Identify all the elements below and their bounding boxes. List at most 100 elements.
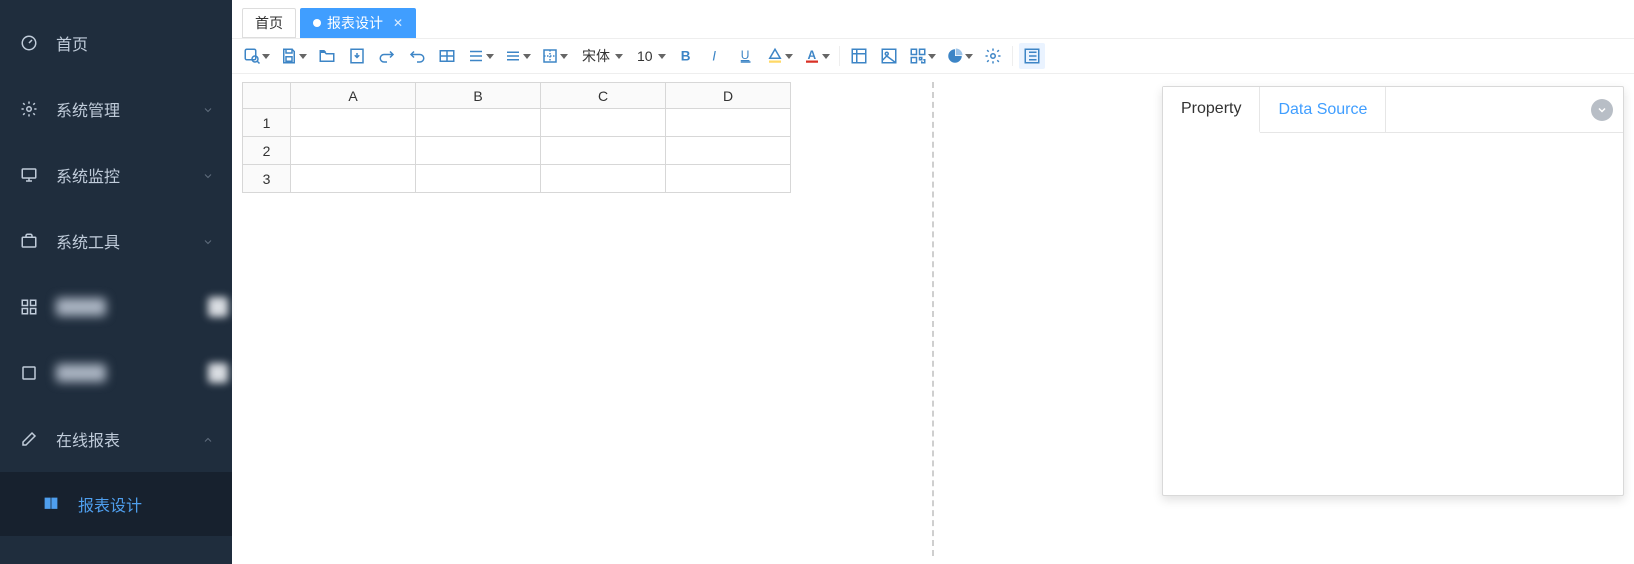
align-vertical-button[interactable] xyxy=(501,43,534,69)
sidebar-item-system-manage[interactable]: 系统管理 xyxy=(0,76,232,142)
cell[interactable] xyxy=(541,109,666,137)
row-header[interactable]: 1 xyxy=(243,109,291,137)
page-tabs: 首页 报表设计 ✕ xyxy=(232,0,1634,38)
chevron-down-icon xyxy=(202,169,214,181)
panel-body xyxy=(1163,133,1623,495)
spreadsheet: A B C D 1 2 xyxy=(242,82,791,193)
image-button[interactable] xyxy=(876,43,902,69)
cell[interactable] xyxy=(291,109,416,137)
svg-text:U: U xyxy=(740,48,749,62)
chart-button[interactable] xyxy=(943,43,976,69)
sidebar-item-obscured-2[interactable] xyxy=(0,340,232,406)
column-header[interactable]: A xyxy=(291,83,416,109)
close-icon[interactable]: ✕ xyxy=(393,9,403,37)
panel-tab-property[interactable]: Property xyxy=(1163,87,1260,133)
undo-button[interactable] xyxy=(404,43,430,69)
save-button[interactable] xyxy=(277,43,310,69)
column-header[interactable]: B xyxy=(416,83,541,109)
panel-tab-datasource[interactable]: Data Source xyxy=(1260,87,1386,132)
italic-button[interactable]: I xyxy=(703,43,729,69)
font-size-label: 10 xyxy=(633,48,657,64)
underline-button[interactable]: U xyxy=(733,43,759,69)
cell[interactable] xyxy=(416,137,541,165)
sidebar-item-label: 系统监控 xyxy=(56,163,120,187)
sidebar-item-online-report[interactable]: 在线报表 xyxy=(0,406,232,472)
open-button[interactable] xyxy=(314,43,340,69)
tab-report-design[interactable]: 报表设计 ✕ xyxy=(300,8,416,38)
cell[interactable] xyxy=(291,137,416,165)
cell[interactable] xyxy=(416,109,541,137)
page-break-guide xyxy=(932,82,934,556)
chevron-down-icon xyxy=(202,103,214,115)
cell[interactable] xyxy=(541,165,666,193)
column-header[interactable]: C xyxy=(541,83,666,109)
panel-toggle-button[interactable] xyxy=(1019,43,1045,69)
obscured-badge xyxy=(208,363,228,383)
sidebar-item-label: 系统工具 xyxy=(56,229,120,253)
align-horizontal-button[interactable] xyxy=(464,43,497,69)
crosstab-button[interactable] xyxy=(846,43,872,69)
cell[interactable] xyxy=(541,137,666,165)
sidebar-subitem-label: 报表设计 xyxy=(78,492,142,516)
redo-button[interactable] xyxy=(374,43,400,69)
toolbar-separator xyxy=(839,46,840,66)
monitor-icon xyxy=(20,166,38,184)
caret-down-icon xyxy=(615,54,623,59)
sidebar-item-label: 系统管理 xyxy=(56,97,120,121)
table-row: 3 xyxy=(243,165,791,193)
sidebar-item-system-tools[interactable]: 系统工具 xyxy=(0,208,232,274)
chevron-up-icon xyxy=(202,433,214,445)
chevron-down-icon xyxy=(202,235,214,247)
toolbar: 宋体 10 B I U A xyxy=(232,38,1634,74)
row-header[interactable]: 3 xyxy=(243,165,291,193)
tab-home[interactable]: 首页 xyxy=(242,8,296,38)
caret-down-icon xyxy=(523,54,531,59)
font-color-button[interactable]: A xyxy=(800,43,833,69)
sidebar: 首页 系统管理 系统监控 系统工具 xyxy=(0,0,232,564)
tab-label: 报表设计 xyxy=(327,9,383,37)
briefcase-icon xyxy=(20,232,38,250)
borders-button[interactable] xyxy=(538,43,571,69)
gear-icon xyxy=(20,100,38,118)
cell[interactable] xyxy=(666,165,791,193)
dashboard-icon xyxy=(20,34,38,52)
merge-cells-button[interactable] xyxy=(434,43,460,69)
sidebar-item-label xyxy=(56,298,106,316)
grid-icon xyxy=(20,298,38,316)
sidebar-item-label: 首页 xyxy=(56,31,88,55)
sidebar-subitem-report-design[interactable]: 报表设计 xyxy=(0,472,232,536)
preview-button[interactable] xyxy=(240,43,273,69)
row-header[interactable]: 2 xyxy=(243,137,291,165)
caret-down-icon xyxy=(965,54,973,59)
cell[interactable] xyxy=(666,109,791,137)
sidebar-item-system-monitor[interactable]: 系统监控 xyxy=(0,142,232,208)
svg-text:I: I xyxy=(712,49,716,64)
tab-label: 首页 xyxy=(255,9,283,37)
font-size-dropdown[interactable]: 10 xyxy=(630,43,669,69)
bold-button[interactable]: B xyxy=(673,43,699,69)
settings-button[interactable] xyxy=(980,43,1006,69)
cell[interactable] xyxy=(666,137,791,165)
sidebar-item-obscured-1[interactable] xyxy=(0,274,232,340)
caret-down-icon xyxy=(560,54,568,59)
cell[interactable] xyxy=(291,165,416,193)
sidebar-item-label: 在线报表 xyxy=(56,427,120,451)
panel-tab-label: Property xyxy=(1181,100,1241,118)
import-button[interactable] xyxy=(344,43,370,69)
cell[interactable] xyxy=(416,165,541,193)
toolbar-separator xyxy=(1012,46,1013,66)
caret-down-icon xyxy=(486,54,494,59)
caret-down-icon xyxy=(928,54,936,59)
column-header-row: A B C D xyxy=(243,83,791,109)
select-all-corner[interactable] xyxy=(243,83,291,109)
sidebar-item-home[interactable]: 首页 xyxy=(0,10,232,76)
sidebar-item-label xyxy=(56,364,106,382)
caret-down-icon xyxy=(299,54,307,59)
modified-dot-icon xyxy=(313,19,321,27)
column-header[interactable]: D xyxy=(666,83,791,109)
panel-collapse-button[interactable] xyxy=(1591,99,1613,121)
font-name-dropdown[interactable]: 宋体 xyxy=(575,43,626,69)
table-row: 1 xyxy=(243,109,791,137)
background-color-button[interactable] xyxy=(763,43,796,69)
qrcode-button[interactable] xyxy=(906,43,939,69)
